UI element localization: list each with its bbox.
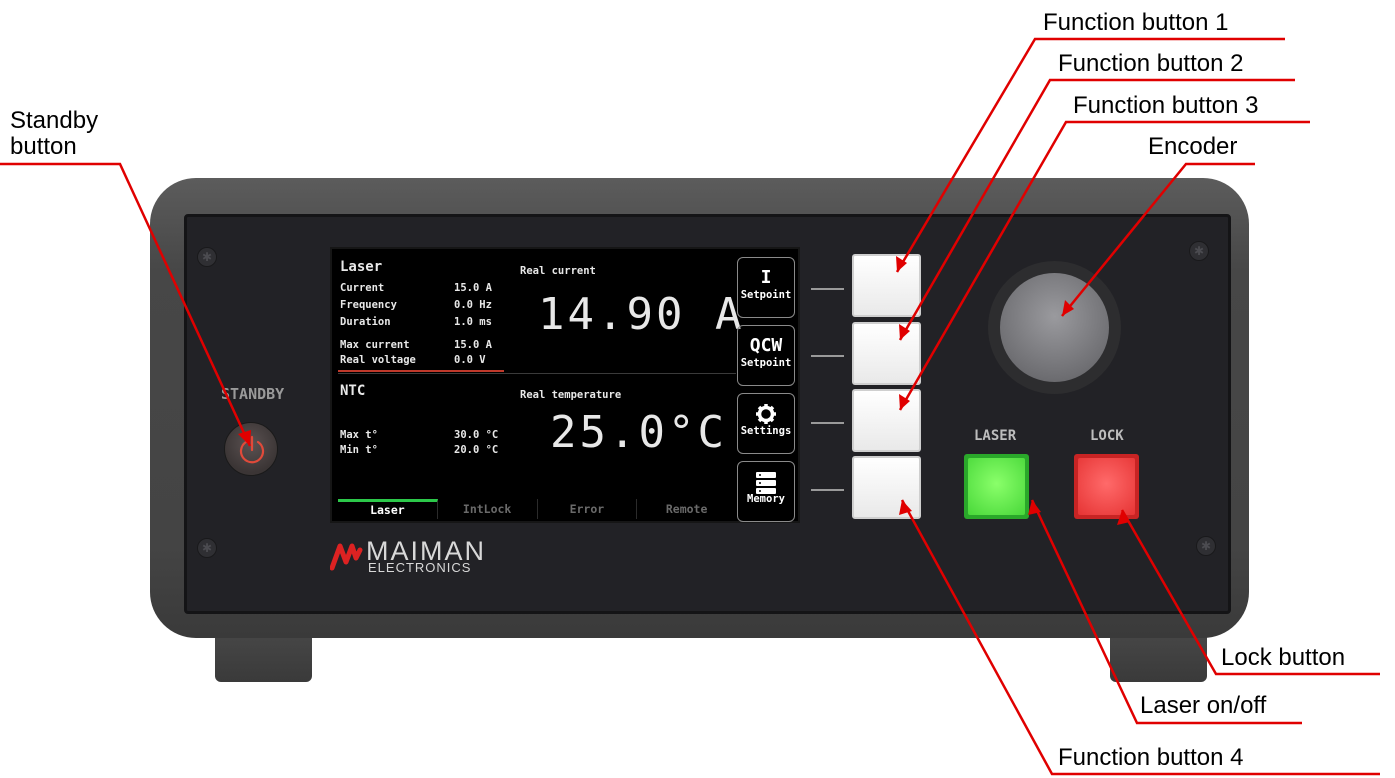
- callout-line-encoder: [1061, 162, 1255, 317]
- callout-function-button-2: Function button 2: [1058, 50, 1244, 77]
- callout-encoder: Encoder: [1148, 133, 1238, 160]
- callout-function-button-1: Function button 1: [1043, 9, 1229, 36]
- callout-line-function-2: [898, 78, 1295, 341]
- callout-standby-line2: button: [10, 133, 77, 160]
- callout-line-laser: [1030, 499, 1302, 725]
- callout-standby-line1: Standby: [10, 107, 99, 134]
- callout-function-button-4: Function button 4: [1058, 744, 1244, 771]
- callout-function-button-3: Function button 3: [1073, 92, 1259, 119]
- callout-laser-on-off: Laser on/off: [1140, 692, 1267, 719]
- callout-lock-button: Lock button: [1221, 644, 1346, 671]
- callout-line-standby: [0, 162, 252, 447]
- arrowhead: [238, 430, 251, 446]
